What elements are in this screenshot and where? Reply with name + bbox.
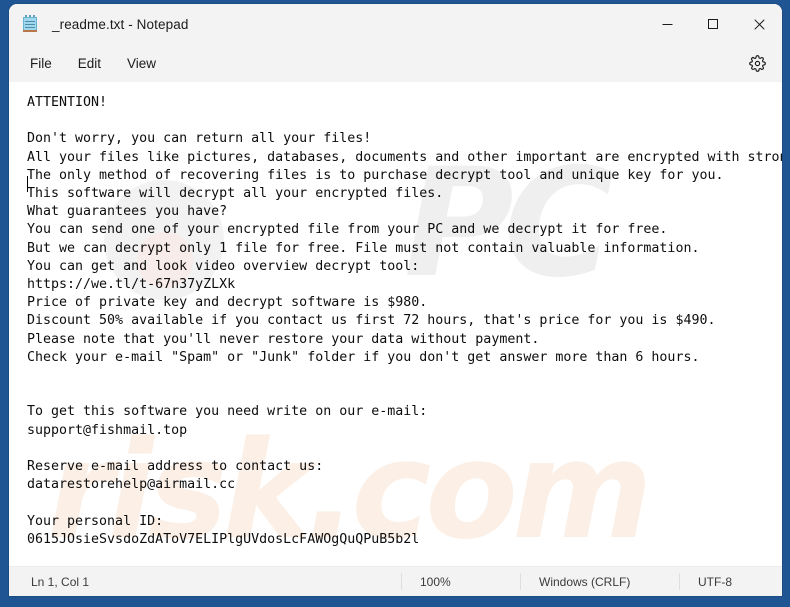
status-encoding[interactable]: UTF-8 <box>679 573 782 590</box>
status-bar: Ln 1, Col 1 100% Windows (CRLF) UTF-8 <box>9 566 782 596</box>
status-zoom-level[interactable]: 100% <box>401 573 520 590</box>
menu-bar: File Edit View <box>9 44 782 82</box>
gear-icon <box>748 54 766 72</box>
settings-button[interactable] <box>742 49 772 77</box>
maximize-button[interactable] <box>690 4 736 44</box>
title-bar[interactable]: _readme.txt - Notepad <box>9 4 782 44</box>
menu-item-view[interactable]: View <box>116 51 167 76</box>
notepad-icon <box>22 15 38 33</box>
window-title: _readme.txt - Notepad <box>52 16 189 32</box>
status-line-ending[interactable]: Windows (CRLF) <box>520 573 679 590</box>
minimize-icon <box>662 23 672 25</box>
menu-item-edit[interactable]: Edit <box>67 51 112 76</box>
minimize-button[interactable] <box>644 4 690 44</box>
ransom-note-text[interactable]: ATTENTION! Don't worry, you can return a… <box>9 82 782 549</box>
caption-button-group <box>644 4 782 44</box>
notepad-window: _readme.txt - Notepad File Edit View PC … <box>9 4 782 596</box>
status-cursor-position: Ln 1, Col 1 <box>31 574 90 589</box>
desktop-background: _readme.txt - Notepad File Edit View PC … <box>0 0 790 607</box>
text-caret <box>27 176 28 192</box>
menu-item-file[interactable]: File <box>19 51 63 76</box>
close-button[interactable] <box>736 4 782 44</box>
maximize-icon <box>707 18 718 29</box>
text-editor-area[interactable]: PC risk.com ATTENTION! Don't worry, you … <box>9 82 782 566</box>
close-icon <box>753 18 765 30</box>
